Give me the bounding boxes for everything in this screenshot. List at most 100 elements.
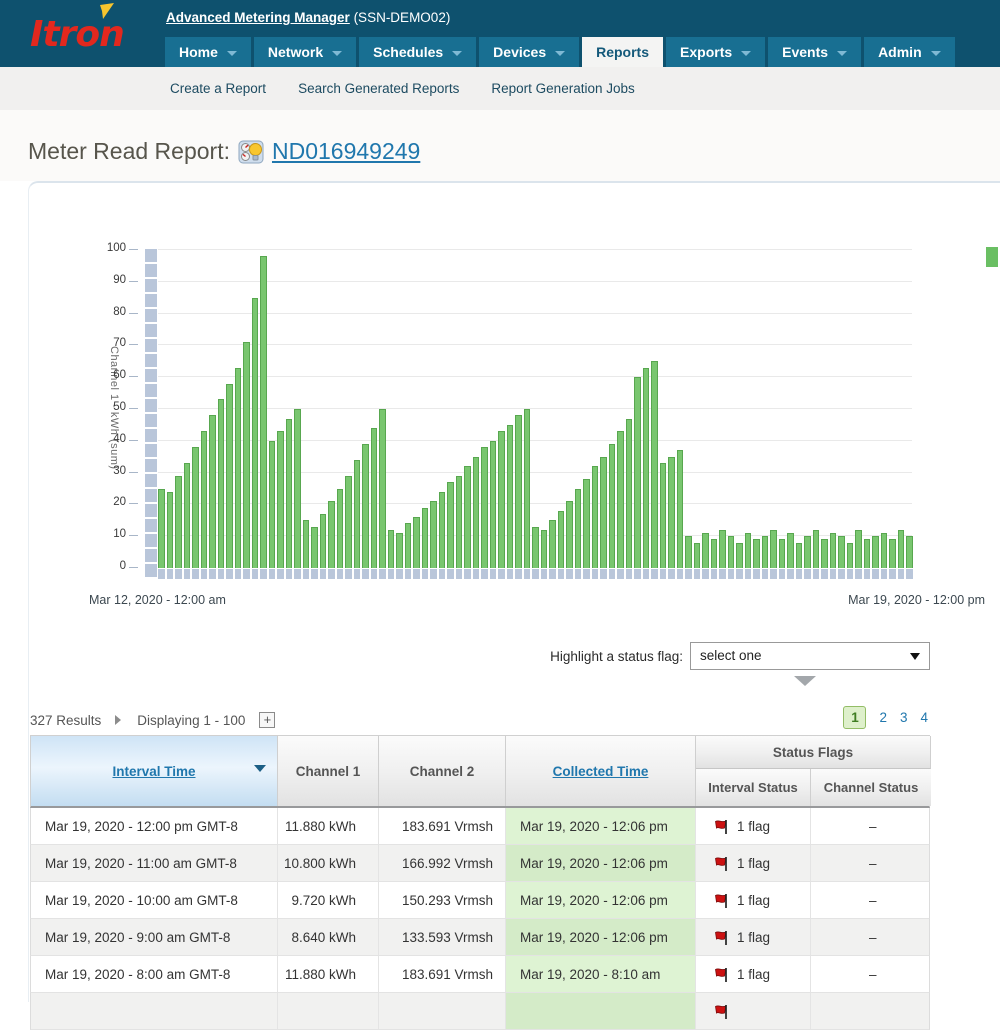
bar[interactable] (719, 530, 726, 568)
bar[interactable] (379, 409, 386, 568)
bar[interactable] (473, 457, 480, 568)
bar[interactable] (660, 463, 667, 568)
bar[interactable] (770, 530, 777, 568)
bar[interactable] (430, 501, 437, 568)
bar[interactable] (481, 447, 488, 568)
bar[interactable] (175, 476, 182, 568)
page-2-link[interactable]: 2 (879, 710, 887, 725)
bar[interactable] (821, 539, 828, 568)
bar[interactable] (447, 482, 454, 568)
bar[interactable] (320, 514, 327, 568)
bar[interactable] (388, 530, 395, 568)
bar[interactable] (711, 539, 718, 568)
bar[interactable] (583, 479, 590, 568)
bar[interactable] (702, 533, 709, 568)
chart-scrollbar-thumb[interactable] (986, 247, 998, 267)
bar[interactable] (566, 501, 573, 568)
bar[interactable] (592, 466, 599, 568)
bar[interactable] (498, 431, 505, 568)
bar[interactable] (277, 431, 284, 568)
bar[interactable] (575, 489, 582, 569)
bar[interactable] (524, 409, 531, 568)
bar[interactable] (685, 536, 692, 568)
bar[interactable] (354, 460, 361, 568)
bar[interactable] (362, 444, 369, 568)
bar[interactable] (762, 536, 769, 568)
bar[interactable] (872, 536, 879, 568)
tab-schedules[interactable]: Schedules (359, 37, 476, 67)
bar[interactable] (558, 511, 565, 568)
bar[interactable] (303, 520, 310, 568)
bar[interactable] (651, 361, 658, 568)
bar[interactable] (235, 368, 242, 568)
bar[interactable] (830, 533, 837, 568)
bar[interactable] (294, 409, 301, 568)
bar[interactable] (634, 377, 641, 568)
tab-reports[interactable]: Reports (582, 37, 663, 67)
bar[interactable] (507, 425, 514, 568)
bar[interactable] (600, 457, 607, 568)
bar[interactable] (728, 536, 735, 568)
tab-devices[interactable]: Devices (479, 37, 579, 67)
tab-events[interactable]: Events (768, 37, 861, 67)
bar[interactable] (226, 384, 233, 568)
bar[interactable] (413, 517, 420, 568)
bar[interactable] (736, 543, 743, 568)
device-id-link[interactable]: ND016949249 (272, 138, 420, 165)
bar[interactable] (311, 527, 318, 568)
bar[interactable] (847, 543, 854, 568)
bar[interactable] (617, 431, 624, 568)
bar[interactable] (609, 444, 616, 568)
bar[interactable] (269, 441, 276, 568)
column-header-interval-time[interactable]: Interval Time (31, 736, 278, 806)
tab-exports[interactable]: Exports (666, 37, 765, 67)
bar[interactable] (209, 415, 216, 568)
bar[interactable] (643, 368, 650, 568)
bar[interactable] (906, 536, 913, 568)
bar[interactable] (668, 457, 675, 568)
bar[interactable] (260, 256, 267, 568)
bar[interactable] (753, 539, 760, 568)
bar[interactable] (456, 476, 463, 568)
bar[interactable] (864, 539, 871, 568)
bar[interactable] (439, 492, 446, 568)
bar[interactable] (855, 530, 862, 568)
bar[interactable] (371, 428, 378, 568)
bar[interactable] (405, 523, 412, 568)
tab-network[interactable]: Network (254, 37, 356, 67)
bar[interactable] (838, 536, 845, 568)
bar[interactable] (328, 501, 335, 568)
bar[interactable] (787, 533, 794, 568)
bar[interactable] (490, 441, 497, 568)
bar[interactable] (201, 431, 208, 568)
bar[interactable] (422, 508, 429, 568)
bar[interactable] (158, 489, 165, 569)
tab-admin[interactable]: Admin (864, 37, 955, 67)
page-3-link[interactable]: 3 (900, 710, 908, 725)
expand-all-icon[interactable]: + (259, 712, 275, 728)
bar[interactable] (626, 419, 633, 568)
bar[interactable] (813, 530, 820, 568)
bar[interactable] (881, 533, 888, 568)
bar[interactable] (796, 543, 803, 568)
bar[interactable] (345, 476, 352, 568)
bar[interactable] (218, 399, 225, 568)
bar[interactable] (252, 298, 259, 568)
bar[interactable] (396, 533, 403, 568)
bar[interactable] (677, 450, 684, 568)
bar[interactable] (515, 415, 522, 568)
page-1-current[interactable]: 1 (843, 706, 866, 729)
subnav-create-a-report[interactable]: Create a Report (170, 81, 266, 96)
bar[interactable] (694, 543, 701, 568)
bar[interactable] (779, 539, 786, 568)
bar[interactable] (192, 447, 199, 568)
bar[interactable] (286, 419, 293, 568)
subnav-search-generated-reports[interactable]: Search Generated Reports (298, 81, 459, 96)
bar[interactable] (889, 539, 896, 568)
bar[interactable] (549, 520, 556, 568)
bar[interactable] (337, 489, 344, 569)
page-4-link[interactable]: 4 (920, 710, 928, 725)
app-title-link[interactable]: Advanced Metering Manager (166, 10, 350, 25)
bar[interactable] (804, 536, 811, 568)
collapse-chart-handle[interactable] (794, 676, 816, 686)
